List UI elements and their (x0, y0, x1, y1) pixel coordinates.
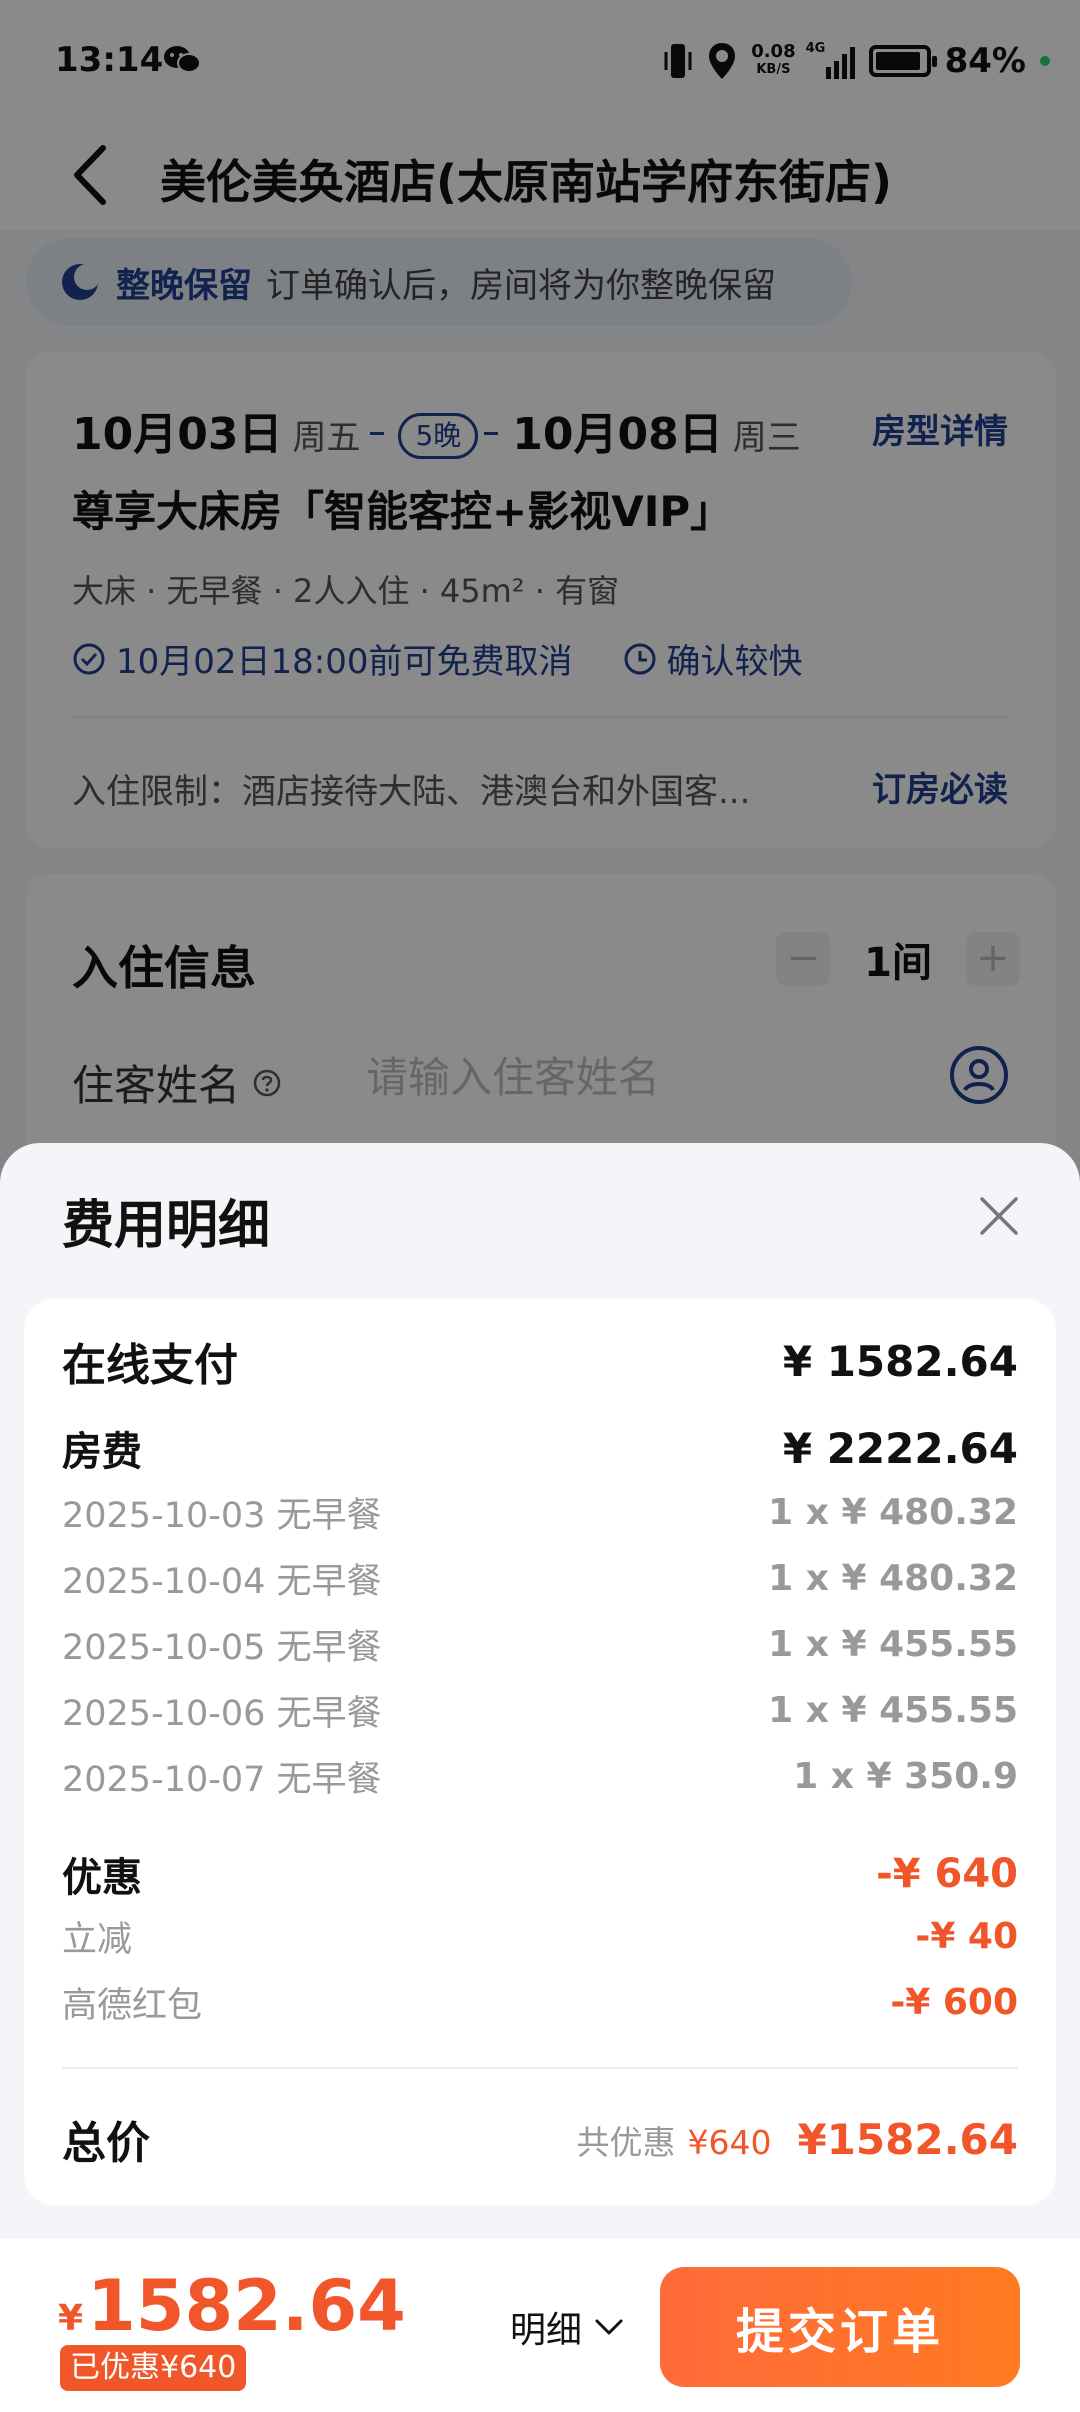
fee-card: 在线支付 ¥ 1582.64 房费 ¥ 2222.64 2025-10-03 无… (24, 1299, 1056, 2205)
night-row: 2025-10-04 无早餐 1 x ¥ 480.32 (62, 1558, 1018, 1602)
night-row: 2025-10-07 无早餐 1 x ¥ 350.9 (62, 1756, 1018, 1800)
night-row: 2025-10-05 无早餐 1 x ¥ 455.55 (62, 1624, 1018, 1668)
total-saved-value: ¥640 (687, 2122, 772, 2162)
chevron-down-icon (595, 2319, 623, 2335)
submit-order-button[interactable]: 提交订单 (660, 2267, 1020, 2387)
divider (62, 2067, 1018, 2069)
total-row: 总价 共优惠 ¥640 ¥1582.64 (62, 2114, 1018, 2170)
fee-detail-toggle[interactable]: 明细 (510, 2301, 624, 2353)
sheet-title: 费用明细 (62, 1196, 271, 1256)
checkout-bar: ¥ 1582.64 已优惠¥640 明细 提交订单 (0, 2239, 1080, 2412)
discount-badge: 已优惠¥640 (60, 2345, 247, 2391)
room-fee-row: 房费 ¥ 2222.64 (62, 1423, 1018, 1476)
discount-row: 优惠 -¥ 640 (62, 1851, 1018, 1901)
close-icon[interactable] (976, 1193, 1022, 1239)
total-saved-label: 共优惠 (576, 2122, 676, 2162)
pay-price: ¥ 1582.64 (58, 2265, 406, 2347)
discount-item-row: 高德红包 -¥ 600 (62, 1982, 1018, 2026)
night-row: 2025-10-03 无早餐 1 x ¥ 480.32 (62, 1492, 1018, 1536)
total-price: ¥1582.64 (797, 2114, 1018, 2164)
night-row: 2025-10-06 无早餐 1 x ¥ 455.55 (62, 1690, 1018, 1734)
discount-item-row: 立减 -¥ 40 (62, 1916, 1018, 1960)
online-pay-row: 在线支付 ¥ 1582.64 (62, 1336, 1018, 1392)
fee-detail-sheet: 费用明细 在线支付 ¥ 1582.64 房费 ¥ 2222.64 2025-10… (0, 1143, 1080, 2239)
